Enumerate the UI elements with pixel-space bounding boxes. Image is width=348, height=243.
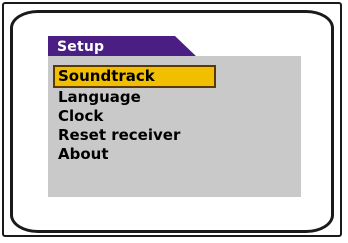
menu-item-clock[interactable]: Clock — [55, 107, 216, 126]
menu-item-soundtrack[interactable]: Soundtrack — [53, 65, 216, 88]
menu-item-about[interactable]: About — [55, 145, 216, 164]
menu-item-language[interactable]: Language — [55, 88, 216, 107]
menu-title-bar: Setup — [48, 36, 301, 58]
setup-menu: Soundtrack Language Clock Reset receiver… — [53, 65, 216, 164]
menu-title: Setup — [57, 39, 105, 55]
menu-item-reset-receiver[interactable]: Reset receiver — [55, 126, 216, 145]
